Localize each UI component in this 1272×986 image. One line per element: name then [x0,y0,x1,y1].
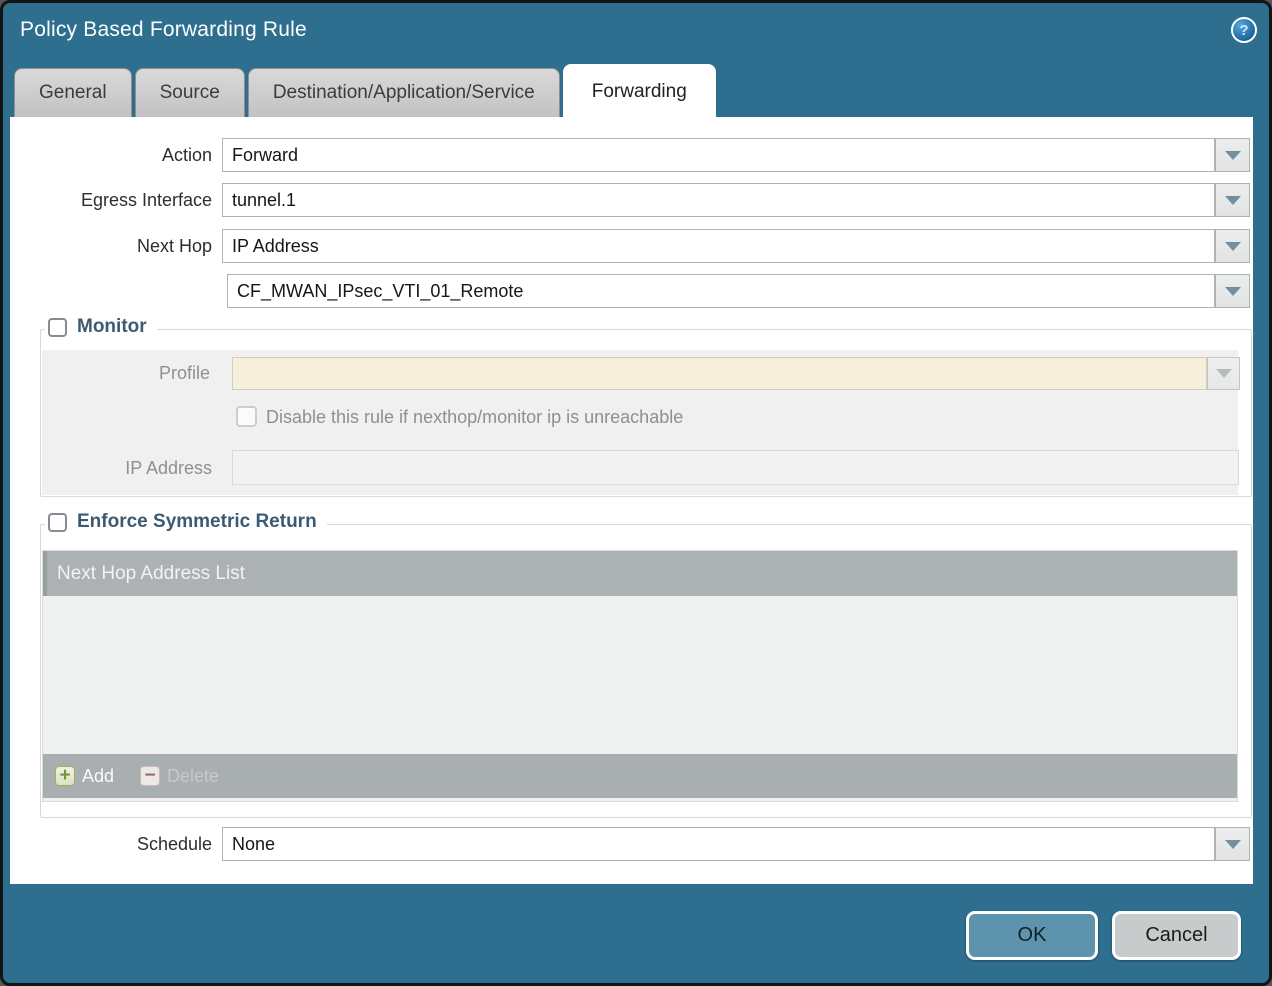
forwarding-tab-panel: Action Forward Egress Interface tunnel.1… [10,117,1253,884]
enforce-symmetric-return-title: Enforce Symmetric Return [77,511,317,533]
chevron-down-icon [1225,287,1241,296]
next-hop-address-list-table: Next Hop Address List + Add − Delete [42,550,1238,802]
profile-label: Profile [42,357,210,390]
help-icon[interactable]: ? [1231,17,1257,43]
monitor-ip-address-input [232,450,1239,485]
disable-rule-checkbox [236,406,257,427]
action-select[interactable]: Forward [222,138,1215,172]
tab-destination-application-service[interactable]: Destination/Application/Service [248,68,560,117]
chevron-down-icon [1225,196,1241,205]
delete-button: − Delete [140,766,219,787]
chevron-down-icon [1225,840,1241,849]
next-hop-type-dropdown-button[interactable] [1215,229,1250,263]
next-hop-type-select[interactable]: IP Address [222,229,1215,263]
action-dropdown-button[interactable] [1215,138,1250,172]
pbf-rule-dialog: Policy Based Forwarding Rule ? General S… [0,0,1272,986]
egress-interface-select[interactable]: tunnel.1 [222,183,1215,217]
next-hop-address-list-body [43,596,1237,754]
action-value: Forward [232,145,298,166]
enforce-symmetric-return-legend: Enforce Symmetric Return [45,511,327,533]
next-hop-label: Next Hop [12,229,212,263]
monitor-panel: Profile Disable this rule if nexthop/mon… [42,350,1238,495]
disable-rule-label: Disable this rule if nexthop/monitor ip … [266,406,683,428]
cancel-button[interactable]: Cancel [1112,911,1241,960]
dialog-title: Policy Based Forwarding Rule [20,18,307,42]
plus-icon: + [55,766,75,786]
screen: Policy Based Forwarding Rule ? General S… [0,0,1272,986]
next-hop-address-value: CF_MWAN_IPsec_VTI_01_Remote [237,281,523,302]
monitor-legend: Monitor [45,316,157,338]
egress-interface-label: Egress Interface [12,183,212,217]
add-button-label: Add [82,766,114,787]
schedule-value: None [232,834,275,855]
schedule-select[interactable]: None [222,827,1215,861]
schedule-dropdown-button[interactable] [1215,827,1250,861]
egress-interface-dropdown-button[interactable] [1215,183,1250,217]
cancel-button-label: Cancel [1145,924,1207,947]
tab-forwarding[interactable]: Forwarding [563,64,716,118]
profile-select [232,357,1207,390]
monitor-section: Monitor Profile Disable this rule if nex… [40,329,1252,497]
next-hop-type-value: IP Address [232,236,319,257]
minus-icon: − [140,766,160,786]
monitor-title: Monitor [77,316,147,338]
tab-label: Destination/Application/Service [273,82,535,104]
tab-label: Forwarding [592,81,687,103]
monitor-ip-address-label: IP Address [42,451,212,485]
ok-button[interactable]: OK [966,911,1098,960]
schedule-label: Schedule [12,827,212,861]
ok-button-label: OK [1018,924,1047,947]
tab-label: Source [160,82,220,104]
egress-interface-value: tunnel.1 [232,190,296,211]
next-hop-address-list-toolbar: + Add − Delete [43,754,1237,798]
tab-general[interactable]: General [14,68,132,117]
next-hop-address-list-header: Next Hop Address List [43,551,1237,596]
monitor-checkbox[interactable] [48,318,67,337]
tab-label: General [39,82,107,104]
add-button[interactable]: + Add [55,766,114,787]
next-hop-address-dropdown-button[interactable] [1215,274,1250,308]
action-label: Action [12,138,212,172]
enforce-symmetric-return-section: Enforce Symmetric Return Next Hop Addres… [40,524,1252,818]
delete-button-label: Delete [167,766,219,787]
next-hop-address-select[interactable]: CF_MWAN_IPsec_VTI_01_Remote [227,274,1215,308]
next-hop-address-list-header-label: Next Hop Address List [57,563,245,585]
chevron-down-icon [1225,151,1241,160]
chevron-down-icon [1216,369,1232,378]
help-glyph: ? [1239,22,1248,39]
tab-bar: General Source Destination/Application/S… [14,67,716,117]
tab-source[interactable]: Source [135,68,245,117]
chevron-down-icon [1225,242,1241,251]
enforce-symmetric-return-checkbox[interactable] [48,513,67,532]
profile-dropdown-button [1207,357,1240,390]
